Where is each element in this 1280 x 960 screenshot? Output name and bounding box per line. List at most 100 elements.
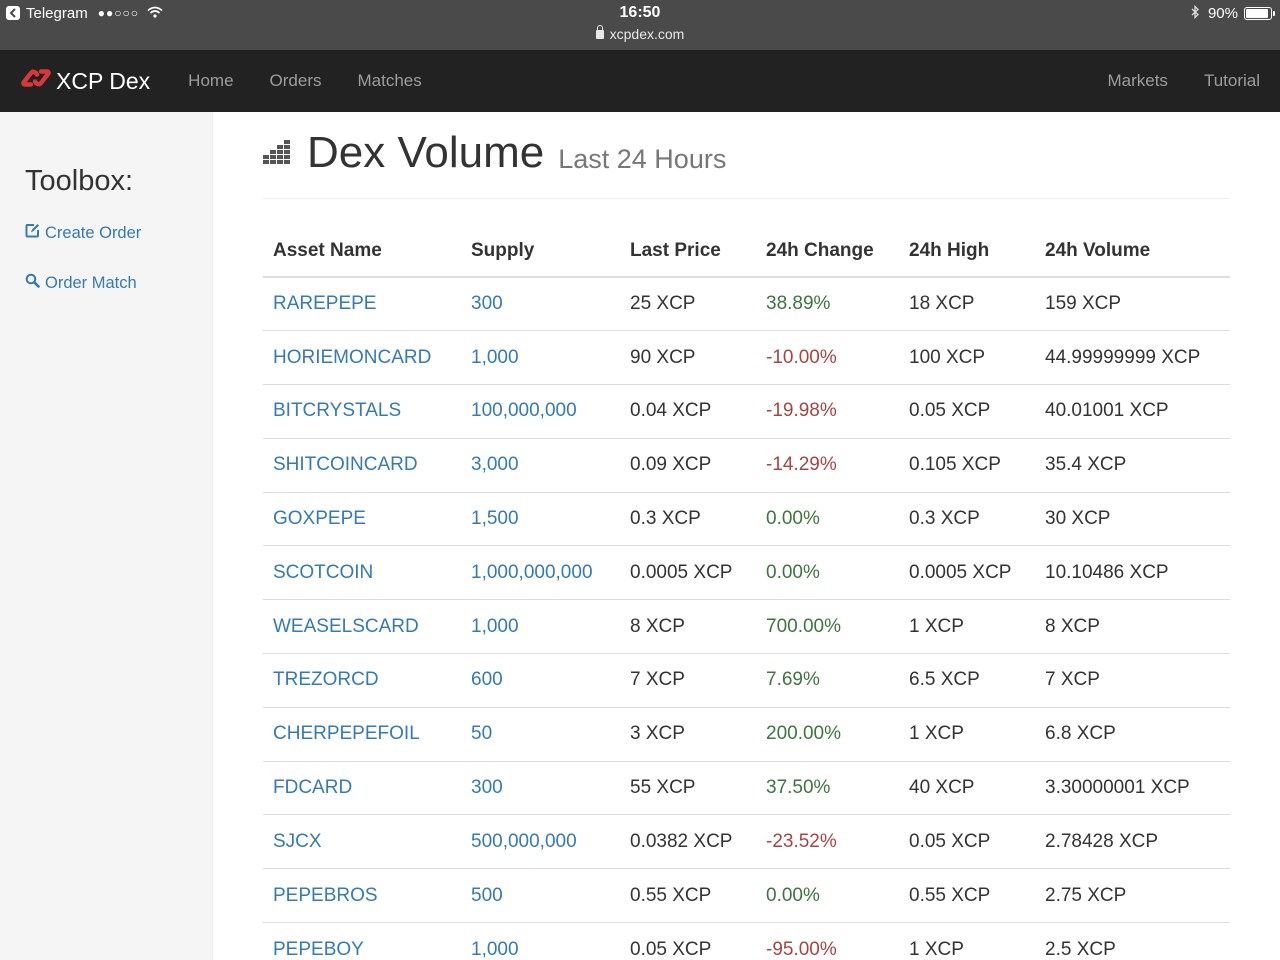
volume-value: 159 XCP xyxy=(1045,293,1122,315)
page-title: Dex Volume xyxy=(307,128,545,177)
change-value: -14.29% xyxy=(756,437,899,493)
high-price: 1 XCP xyxy=(899,922,1035,960)
last-price: 0.3 XCP xyxy=(620,491,756,546)
last-price: 0.05 XCP xyxy=(620,922,756,960)
supply-link[interactable]: 1,000 xyxy=(461,599,620,654)
asset-name-link[interactable]: GOXPEPE xyxy=(263,491,461,546)
high-price: 40 XCP xyxy=(899,760,1035,815)
lock-icon xyxy=(595,25,604,39)
toolbox-title: Toolbox: xyxy=(25,165,134,197)
brand-link[interactable]: XCP Dex xyxy=(20,67,150,95)
asset-name-link[interactable]: BITCRYSTALS xyxy=(263,384,461,439)
high-price: 0.55 XCP xyxy=(899,868,1035,923)
status-time: 16:50 xyxy=(619,4,661,21)
url-bar[interactable]: xcpdex.com xyxy=(0,25,1280,42)
asset-name-link[interactable]: WEASELSCARD xyxy=(263,599,461,654)
asset-name-link[interactable]: PEPEBROS xyxy=(263,868,461,923)
nav-links: Home Orders Matches xyxy=(170,71,440,91)
supply-link[interactable]: 300 xyxy=(461,277,620,331)
last-price: 25 XCP xyxy=(630,293,696,315)
create-order-link[interactable]: Create Order xyxy=(25,223,141,243)
order-match-link[interactable]: Order Match xyxy=(25,273,137,293)
col-24h-high: 24h High xyxy=(899,225,1035,278)
nav-home[interactable]: Home xyxy=(188,71,233,91)
xcp-logo-icon xyxy=(20,67,56,95)
table-header-row: Asset Name Supply Last Price 24h Change … xyxy=(263,225,1230,278)
table-row: WEASELSCARD 1,000 8 XCP 700.00% 1 XCP 8 XCP xyxy=(263,599,1230,654)
asset-name-link[interactable]: FDCARD xyxy=(263,760,461,815)
supply-link[interactable]: 1,500 xyxy=(461,491,620,546)
supply-link[interactable]: 500 xyxy=(461,868,620,923)
order-match-label: Order Match xyxy=(45,273,137,292)
supply-link[interactable]: 300 xyxy=(461,760,620,815)
change-value: 0.00% xyxy=(756,491,899,546)
high-price: 0.0005 XCP xyxy=(899,545,1035,600)
nav-matches[interactable]: Matches xyxy=(358,71,422,91)
col-supply: Supply xyxy=(461,225,620,278)
table-row: BITCRYSTALS 100,000,000 0.04 XCP -19.98% 0.0… xyxy=(263,384,1230,439)
asset-name-link[interactable]: SHITCOINCARD xyxy=(263,437,461,493)
url-text: xcpdex.com xyxy=(609,26,685,42)
table-row: PEPEBROS 500 0.55 XCP 0.00% 0.55 XCP 2.75 XCP xyxy=(263,868,1230,923)
supply-link[interactable]: 1,000 xyxy=(461,330,620,385)
high-price: 6.5 XCP xyxy=(899,653,1035,708)
table-row: SCOTCOIN 1,000,000,000 0.0005 XCP 0.00% 0.00… xyxy=(263,545,1230,600)
main-content: Dex Volume Last 24 Hours Asset Name Supp… xyxy=(263,112,1230,960)
volume-value: 8 XCP xyxy=(1035,599,1230,654)
volume-value: 30 XCP xyxy=(1035,491,1230,546)
volume-value: 35.4 XCP xyxy=(1035,437,1230,493)
col-24h-change: 24h Change xyxy=(756,225,899,278)
change-value: -19.98% xyxy=(756,384,899,439)
asset-name-link[interactable]: CHERPEPEFOIL xyxy=(263,706,461,762)
asset-name-link[interactable]: SJCX xyxy=(263,814,461,869)
supply-link[interactable]: 1,000 xyxy=(461,922,620,960)
high-price: 18 XCP xyxy=(909,293,975,315)
col-last-price: Last Price xyxy=(620,225,756,278)
supply-link[interactable]: 3,000 xyxy=(461,437,620,493)
table-row: GOXPEPE 1,500 0.3 XCP 0.00% 0.3 XCP 30 XCP xyxy=(263,491,1230,546)
volume-value: 3.30000001 XCP xyxy=(1035,760,1230,815)
change-value: 200.00% xyxy=(756,706,899,762)
volume-value: 2.75 XCP xyxy=(1035,868,1230,923)
supply-link[interactable]: 600 xyxy=(461,653,620,708)
table-row: SHITCOINCARD 3,000 0.09 XCP -14.29% 0.105 XC… xyxy=(263,437,1230,493)
supply-link[interactable]: 50 xyxy=(461,706,620,762)
battery-percent: 90% xyxy=(1207,4,1238,22)
top-navbar: XCP Dex Home Orders Matches Markets Tuto… xyxy=(0,50,1280,112)
change-value: 700.00% xyxy=(756,599,899,654)
high-price: 0.105 XCP xyxy=(899,437,1035,493)
last-price: 0.55 XCP xyxy=(620,868,756,923)
asset-name-link[interactable]: HORIEMONCARD xyxy=(263,330,461,385)
asset-name-link[interactable]: TREZORCD xyxy=(263,653,461,708)
toolbox-sidebar: Toolbox: Create Order Order Match xyxy=(0,112,213,960)
change-value: 0.00% xyxy=(756,545,899,600)
supply-link[interactable]: 1,000,000,000 xyxy=(461,545,620,600)
change-value: 0.00% xyxy=(756,868,899,923)
volume-value: 6.8 XCP xyxy=(1035,706,1230,762)
nav-orders[interactable]: Orders xyxy=(270,71,322,91)
page-subtitle: Last 24 Hours xyxy=(558,144,727,174)
page-header: Dex Volume Last 24 Hours xyxy=(263,112,1230,199)
table-row: PEPEBOY 1,000 0.05 XCP -95.00% 1 XCP 2.5 XCP xyxy=(263,922,1230,960)
high-price: 100 XCP xyxy=(899,330,1035,385)
asset-name-link[interactable]: RAREPEPE xyxy=(263,277,461,331)
asset-name-link[interactable]: PEPEBOY xyxy=(263,922,461,960)
nav-tutorial[interactable]: Tutorial xyxy=(1204,71,1260,91)
last-price: 90 XCP xyxy=(620,330,756,385)
last-price: 3 XCP xyxy=(620,706,756,762)
supply-link[interactable]: 100,000,000 xyxy=(461,384,620,439)
volume-value: 2.5 XCP xyxy=(1035,922,1230,960)
create-order-label: Create Order xyxy=(45,223,142,242)
col-asset-name: Asset Name xyxy=(263,225,461,278)
battery-icon xyxy=(1244,6,1275,20)
supply-link[interactable]: 500,000,000 xyxy=(461,814,620,869)
last-price: 0.0005 XCP xyxy=(620,545,756,600)
nav-markets[interactable]: Markets xyxy=(1107,71,1167,91)
last-price: 7 XCP xyxy=(620,653,756,708)
table-row: SJCX 500,000,000 0.0382 XCP -23.52% 0.05 XCP… xyxy=(263,814,1230,869)
status-right: 90% xyxy=(1191,4,1275,22)
last-price: 0.04 XCP xyxy=(620,384,756,439)
col-24h-volume: 24h Volume xyxy=(1035,225,1230,278)
asset-name-link[interactable]: SCOTCOIN xyxy=(263,545,461,600)
change-value: -10.00% xyxy=(756,330,899,385)
